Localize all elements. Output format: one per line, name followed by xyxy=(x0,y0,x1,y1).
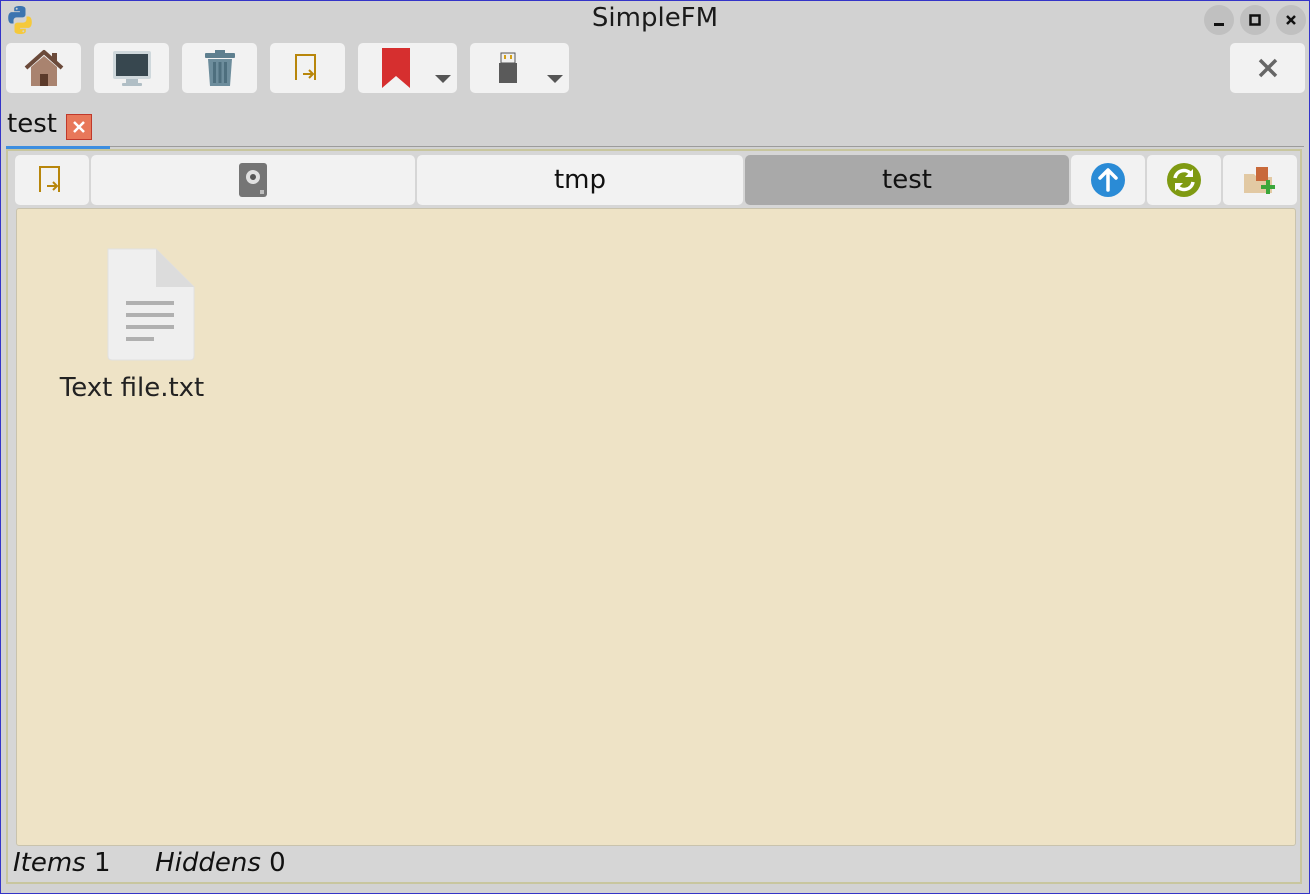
refresh-button[interactable] xyxy=(1147,155,1221,205)
trash-icon xyxy=(204,50,235,86)
open-location-button[interactable] xyxy=(270,43,345,93)
folder-arrow-icon xyxy=(294,54,316,80)
pane-open-location-button[interactable] xyxy=(15,155,89,205)
bookmarks-button[interactable] xyxy=(358,43,457,93)
tab-test[interactable]: test xyxy=(7,109,57,139)
window-title: SimpleFM xyxy=(591,3,719,33)
tab-close-button[interactable] xyxy=(66,114,92,140)
chevron-down-icon xyxy=(435,75,451,83)
hidden-label: Hiddens xyxy=(155,848,261,878)
minimize-button[interactable] xyxy=(1204,5,1234,35)
new-folder-button[interactable] xyxy=(1223,155,1297,205)
path-segment-root[interactable] xyxy=(91,155,415,205)
media-button[interactable] xyxy=(470,43,569,93)
close-icon xyxy=(1286,15,1296,25)
text-file-icon xyxy=(107,248,194,361)
folder-arrow-icon xyxy=(39,166,60,192)
chevron-down-icon xyxy=(547,75,563,83)
usb-drive-icon xyxy=(499,52,517,83)
status-bar: Items 1 Hiddens 0 xyxy=(13,848,286,878)
hidden-count: 0 xyxy=(269,848,286,878)
file-item[interactable] xyxy=(51,246,213,366)
computer-button[interactable] xyxy=(94,43,169,93)
refresh-icon xyxy=(1167,163,1201,197)
monitor-icon xyxy=(112,51,151,86)
close-tab-toolbar-button[interactable] xyxy=(1230,43,1305,93)
maximize-button[interactable] xyxy=(1240,5,1270,35)
maximize-icon xyxy=(1249,14,1261,26)
home-button[interactable] xyxy=(6,43,81,93)
disk-icon xyxy=(239,163,267,197)
file-name-label[interactable]: Text file.txt xyxy=(51,373,213,403)
go-up-button[interactable] xyxy=(1071,155,1145,205)
title-bar: SimpleFM xyxy=(1,1,1309,39)
close-icon xyxy=(1258,58,1277,78)
app-window: SimpleFM test tmp test Text file.txt Ite… xyxy=(0,0,1310,894)
arrow-up-icon xyxy=(1091,163,1125,197)
items-label: Items xyxy=(13,848,86,878)
home-icon xyxy=(24,50,63,86)
path-segment-tmp[interactable]: tmp xyxy=(417,155,743,205)
tab-frame-line xyxy=(6,146,1304,147)
trash-button[interactable] xyxy=(182,43,257,93)
minimize-icon xyxy=(1214,23,1224,26)
path-segment-test[interactable]: test xyxy=(745,155,1069,205)
bookmark-icon xyxy=(382,48,410,88)
items-count: 1 xyxy=(94,848,111,878)
new-folder-icon xyxy=(1244,167,1275,194)
close-icon xyxy=(73,121,85,133)
close-window-button[interactable] xyxy=(1276,5,1306,35)
